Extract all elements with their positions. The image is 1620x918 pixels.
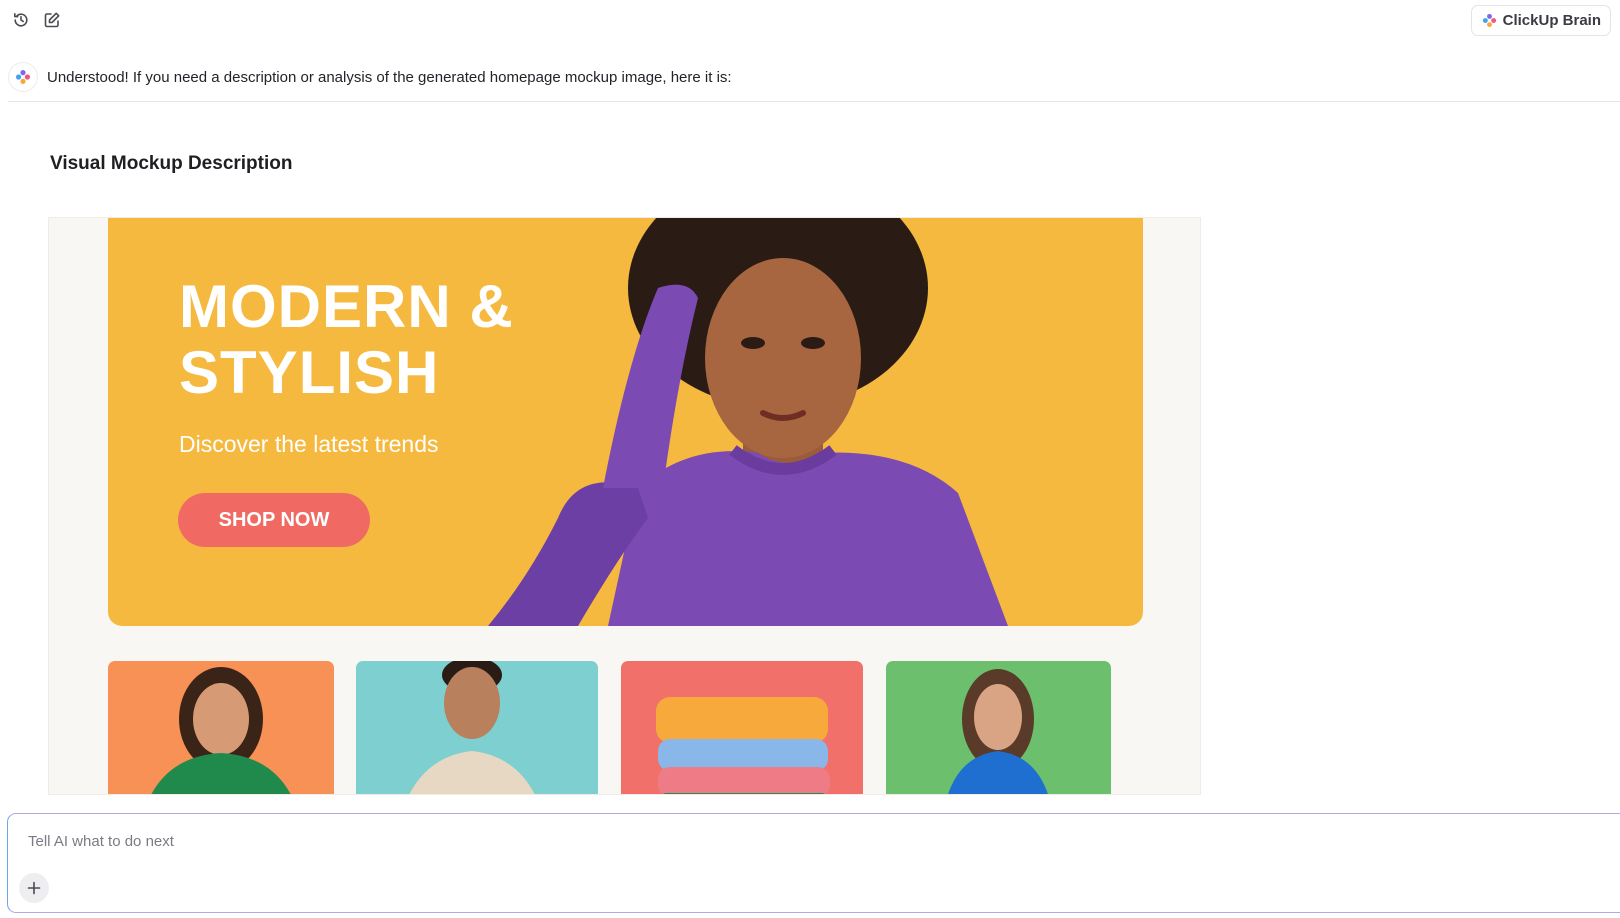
edit-icon[interactable]	[42, 10, 62, 30]
brain-logo-icon	[16, 70, 30, 84]
add-attachment-button[interactable]	[19, 873, 49, 903]
section-title: Visual Mockup Description	[50, 153, 293, 174]
hero-banner: MODERN & STYLISH Discover the latest tre…	[108, 218, 1143, 626]
category-card-knitwear[interactable]	[621, 661, 863, 794]
ai-prompt-composer	[7, 813, 1620, 913]
category-card-men[interactable]	[356, 661, 598, 794]
history-icon[interactable]	[11, 10, 31, 30]
category-card-women[interactable]	[108, 661, 334, 794]
shop-now-button[interactable]: SHOP NOW	[178, 493, 370, 547]
woman-green-shirt-illustration	[151, 667, 291, 794]
woman-blue-dress-illustration	[948, 669, 1048, 794]
hero-subtitle: Discover the latest trends	[179, 431, 439, 457]
folded-sweaters-illustration	[656, 697, 830, 794]
clickup-brain-label: ClickUp Brain	[1502, 12, 1601, 29]
ai-prompt-input[interactable]	[28, 830, 928, 852]
category-card-dresses[interactable]	[886, 661, 1111, 794]
top-toolbar: ClickUp Brain	[0, 0, 1620, 40]
man-beige-shirt-illustration	[409, 661, 535, 794]
plus-icon	[27, 881, 41, 895]
ai-message-text: Understood! If you need a description or…	[47, 69, 732, 86]
brain-logo-icon	[1482, 13, 1496, 28]
ai-avatar	[8, 62, 38, 92]
ai-message: Understood! If you need a description or…	[8, 62, 1620, 102]
homepage-mockup-image: MODERN & STYLISH Discover the latest tre…	[48, 217, 1201, 795]
clickup-brain-button[interactable]: ClickUp Brain	[1470, 5, 1611, 36]
hero-model-illustration	[488, 218, 1008, 626]
